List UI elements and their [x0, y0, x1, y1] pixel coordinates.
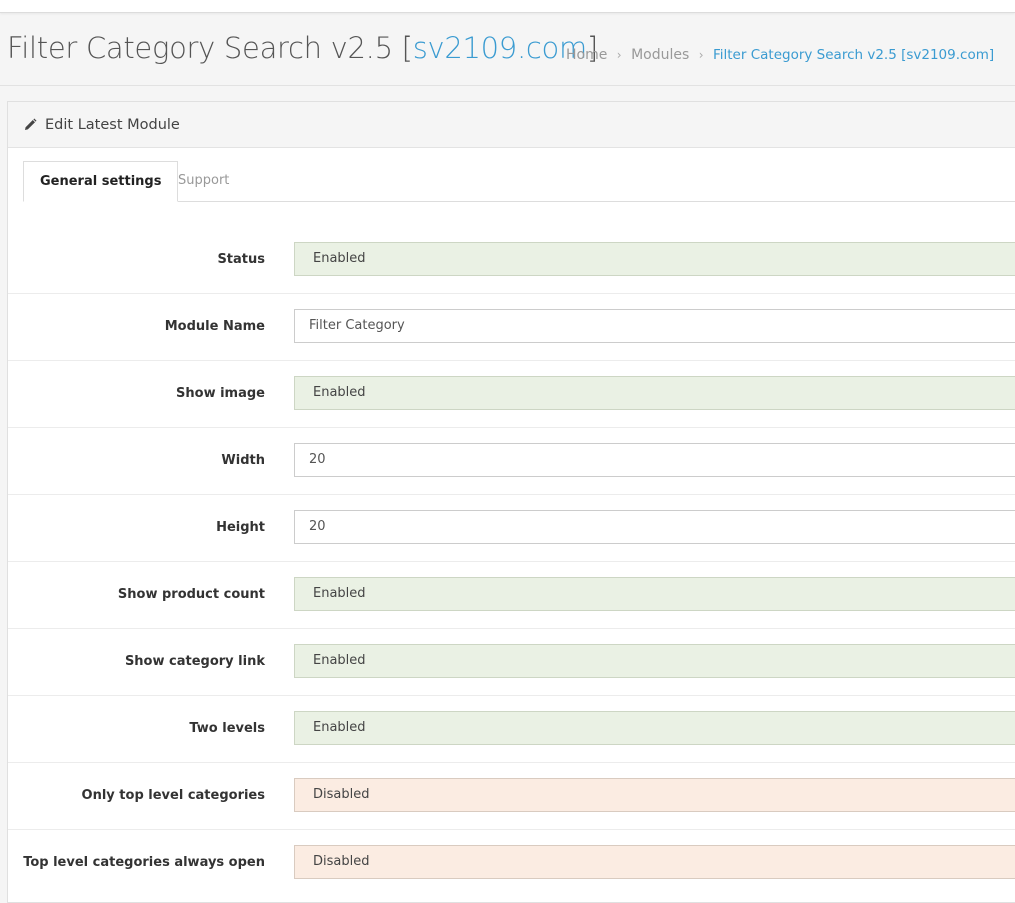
field-label-status: Status [217, 252, 265, 267]
form-row-show-category-link: Show category link Enabled [8, 628, 1015, 696]
form-row-two-levels: Two levels Enabled [8, 695, 1015, 763]
tab-support[interactable]: Support [162, 161, 245, 200]
pencil-icon [23, 118, 37, 132]
form-row-module-name: Module Name Filter Category [8, 293, 1015, 361]
panel-heading: Edit Latest Module [8, 102, 1015, 148]
title-bracket-open: [ [401, 31, 413, 65]
tab-general-settings[interactable]: General settings [23, 161, 179, 202]
select-show-image[interactable]: Enabled [294, 376, 1015, 410]
page-title-text: Filter Category Search v2.5 [7, 31, 402, 65]
form-row-show-product-count: Show product count Enabled [8, 561, 1015, 629]
settings-tabs: General settings Support [23, 161, 1015, 202]
breadcrumb-separator: › [616, 48, 622, 62]
form-row-only-top-level-categories: Only top level categories Disabled [8, 762, 1015, 830]
input-width[interactable]: 20 [294, 443, 1015, 477]
form-row-show-image: Show image Enabled [8, 360, 1015, 428]
page-title: Filter Category Search v2.5 [sv2109.com] [7, 31, 598, 65]
select-top-level-categories-always-open[interactable]: Disabled [294, 845, 1015, 879]
form-row-width: Width 20 [8, 427, 1015, 495]
field-label-show-product-count: Show product count [117, 587, 265, 602]
field-label-top-level-categories-always-open: Top level categories always open [23, 855, 265, 870]
top-navbar [0, 0, 1015, 13]
title-link[interactable]: sv2109.com [413, 31, 588, 65]
field-label-show-category-link: Show category link [124, 654, 265, 669]
form-row-status: Status Enabled [8, 226, 1015, 294]
field-label-show-image: Show image [176, 386, 265, 401]
page-header: Filter Category Search v2.5 [sv2109.com]… [0, 13, 1015, 86]
edit-module-panel: Edit Latest Module General settings Supp… [7, 101, 1015, 903]
select-status[interactable]: Enabled [294, 242, 1015, 276]
breadcrumb-current[interactable]: Filter Category Search v2.5 [sv2109.com] [713, 47, 994, 63]
breadcrumb-separator: › [698, 48, 704, 62]
breadcrumb-modules[interactable]: Modules [631, 47, 689, 63]
select-only-top-level-categories[interactable]: Disabled [294, 778, 1015, 812]
select-show-category-link[interactable]: Enabled [294, 644, 1015, 678]
field-label-width: Width [221, 453, 265, 468]
field-label-height: Height [216, 520, 265, 535]
form-row-top-level-categories-always-open: Top level categories always open Disabled [8, 829, 1015, 896]
panel-title: Edit Latest Module [45, 116, 180, 133]
field-label-only-top-level-categories: Only top level categories [81, 788, 265, 803]
select-show-product-count[interactable]: Enabled [294, 577, 1015, 611]
field-label-module-name: Module Name [164, 319, 265, 334]
select-two-levels[interactable]: Enabled [294, 711, 1015, 745]
field-label-two-levels: Two levels [189, 721, 265, 736]
form-row-height: Height 20 [8, 494, 1015, 562]
input-module-name[interactable]: Filter Category [294, 309, 1015, 343]
breadcrumb-home[interactable]: Home [566, 47, 607, 63]
breadcrumb: Home › Modules › Filter Category Search … [566, 47, 994, 63]
input-height[interactable]: 20 [294, 510, 1015, 544]
